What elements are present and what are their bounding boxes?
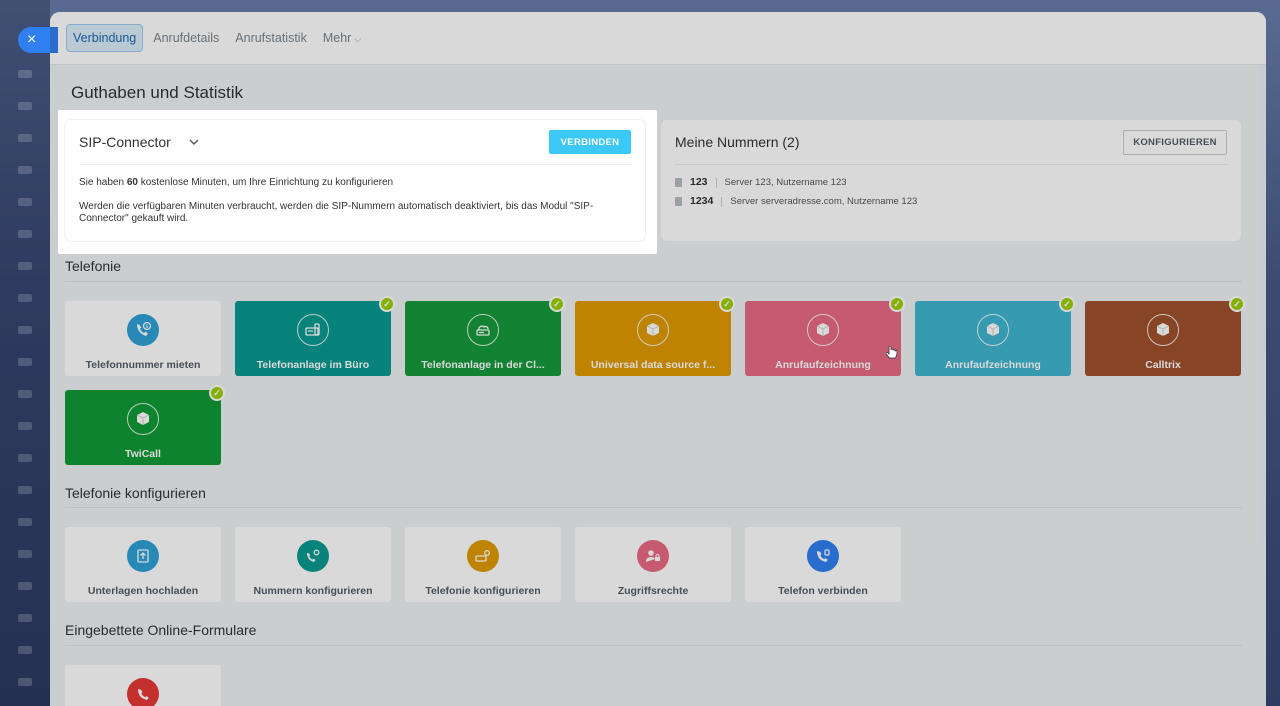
- document-icon: [675, 197, 682, 207]
- background-sidebar: [0, 0, 50, 706]
- tile-item[interactable]: [65, 665, 221, 706]
- sip-connector-title: SIP-Connector: [79, 134, 171, 150]
- phone-number: 1234: [690, 195, 714, 208]
- checkmark-icon: ✓: [549, 296, 565, 312]
- tile-telefonnummer-mieten[interactable]: $ Telefonnummer mieten: [65, 301, 221, 376]
- tile-label: Unterlagen hochladen: [87, 585, 199, 597]
- document-icon: [675, 178, 682, 188]
- tile-label: Telefon verbinden: [778, 585, 868, 597]
- divider: [715, 177, 717, 188]
- tile-nummern-konfigurieren[interactable]: Nummern konfigurieren: [235, 527, 391, 602]
- free-minutes-count: 60: [126, 177, 138, 188]
- my-numbers-title: Meine Nummern (2): [675, 134, 800, 150]
- hand-cursor-icon: [886, 346, 898, 360]
- sip-connector-header: SIP-Connector VERBINDEN: [79, 120, 631, 165]
- configure-button[interactable]: KONFIGURIEREN: [1123, 129, 1227, 155]
- list-item[interactable]: 123 Server 123, Nutzername 123: [675, 176, 1227, 189]
- tile-label: Anrufaufzeichnung: [945, 359, 1041, 371]
- section-divider: [65, 645, 1242, 646]
- phone-call-icon: [127, 678, 159, 706]
- tile-telefonie-konfigurieren[interactable]: Telefonie konfigurieren: [405, 527, 561, 602]
- section-title-konfig: Telefonie konfigurieren: [65, 485, 206, 501]
- my-numbers-card: Meine Nummern (2) KONFIGURIEREN 123 Serv…: [661, 120, 1241, 241]
- scrollbar[interactable]: [1260, 65, 1266, 705]
- chevron-down-icon: ⌵: [354, 34, 362, 44]
- pbx-icon: [297, 314, 329, 346]
- phone-number: 123: [690, 176, 708, 188]
- tab-anrufdetails[interactable]: Anrufdetails: [147, 25, 225, 51]
- divider: [721, 196, 723, 207]
- highlight-frame: SIP-Connector VERBINDEN Sie haben 60 kos…: [58, 110, 657, 254]
- tile-anrufaufzeichnung[interactable]: Anrufaufzeichnung ✓: [915, 296, 1075, 376]
- checkmark-icon: ✓: [379, 296, 395, 312]
- tab-anrufstatistik[interactable]: Anrufstatistik: [229, 25, 313, 51]
- free-minutes-text: Sie haben 60 kostenlose Minuten, um Ihre…: [79, 177, 631, 190]
- list-item[interactable]: 1234 Server serveradresse.com, Nutzernam…: [675, 195, 1227, 208]
- section-title-telefonie: Telefonie: [65, 258, 122, 274]
- tile-unterlagen-hochladen[interactable]: Unterlagen hochladen: [65, 527, 221, 602]
- tile-label: Telefonanlage in der Cl...: [421, 359, 545, 371]
- tile-calltrix[interactable]: Calltrix ✓: [1085, 296, 1245, 376]
- checkmark-icon: ✓: [719, 296, 735, 312]
- box-icon: [977, 314, 1009, 346]
- tab-mehr-label: Mehr: [322, 31, 352, 45]
- tile-telefonanlage-in-der-cl[interactable]: Telefonanlage in der Cl... ✓: [405, 296, 565, 376]
- page-title: Guthaben und Statistik: [71, 83, 244, 102]
- checkmark-icon: ✓: [209, 385, 225, 401]
- box-icon: [637, 314, 669, 346]
- upload-doc-icon: [127, 540, 159, 572]
- box-icon: [807, 314, 839, 346]
- telephony-slider-panel: Verbindung Anrufdetails Anrufstatistik M…: [50, 12, 1266, 706]
- phone-dollar-icon: $: [127, 314, 159, 346]
- tile-twicall[interactable]: TwiCall ✓: [65, 385, 225, 465]
- tile-telefon-verbinden[interactable]: Telefon verbinden: [745, 527, 901, 602]
- tile-label: Nummern konfigurieren: [253, 585, 373, 597]
- free-minutes-suffix: kostenlose Minuten, um Ihre Einrichtung …: [137, 177, 394, 188]
- tab-mehr[interactable]: Mehr ⌵: [317, 25, 367, 51]
- user-lock-icon: [637, 540, 669, 572]
- tile-anrufaufzeichnung[interactable]: Anrufaufzeichnung ✓: [745, 296, 905, 376]
- tile-label: Telefonie konfigurieren: [425, 585, 541, 597]
- tile-label: TwiCall: [125, 448, 161, 460]
- checkmark-icon: ✓: [1059, 296, 1075, 312]
- tab-verbindung[interactable]: Verbindung: [66, 24, 144, 52]
- chevron-down-icon: [189, 139, 199, 146]
- tile-zugriffsrechte[interactable]: Zugriffsrechte: [575, 527, 731, 602]
- number-detail: Server serveradresse.com, Nutzername 123: [730, 195, 918, 207]
- box-icon: [1147, 314, 1179, 346]
- tile-universal-data-source-f[interactable]: Universal data source f... ✓: [575, 296, 735, 376]
- tile-label: Calltrix: [1145, 359, 1181, 371]
- sip-connector-dropdown[interactable]: SIP-Connector: [79, 134, 199, 150]
- phone-gear-icon: [297, 540, 329, 572]
- my-numbers-header: Meine Nummern (2) KONFIGURIEREN: [675, 120, 1227, 165]
- section-title-forms: Eingebettete Online-Formulare: [65, 622, 257, 638]
- section-divider: [65, 507, 1242, 508]
- top-navigation: Verbindung Anrufdetails Anrufstatistik M…: [50, 12, 1266, 65]
- checkmark-icon: ✓: [889, 296, 905, 312]
- phone-plug-icon: [807, 540, 839, 572]
- tile-label: Universal data source f...: [590, 359, 716, 371]
- sip-connector-card: SIP-Connector VERBINDEN Sie haben 60 kos…: [65, 120, 645, 241]
- free-minutes-prefix: Sie haben: [79, 177, 127, 188]
- tile-label: Anrufaufzeichnung: [775, 359, 871, 371]
- number-detail: Server 123, Nutzername 123: [724, 176, 847, 188]
- deactivation-notice: Werden die verfügbaren Minuten verbrauch…: [79, 200, 594, 225]
- cloud-pbx-icon: [467, 314, 499, 346]
- scrollbar-thumb[interactable]: [1260, 65, 1264, 545]
- connect-button[interactable]: VERBINDEN: [549, 130, 631, 154]
- tile-label: Telefonanlage im Büro: [256, 359, 370, 371]
- section-divider: [65, 281, 1242, 282]
- close-slider-button[interactable]: ×: [18, 27, 58, 53]
- svg-text:$: $: [145, 324, 148, 330]
- box-icon: [127, 403, 159, 435]
- checkmark-icon: ✓: [1229, 296, 1245, 312]
- pbx-gear-icon: [467, 540, 499, 572]
- tile-telefonanlage-im-büro[interactable]: Telefonanlage im Büro ✓: [235, 296, 395, 376]
- sip-connector-body: Sie haben 60 kostenlose Minuten, um Ihre…: [65, 165, 645, 249]
- tile-label: Telefonnummer mieten: [85, 359, 201, 371]
- my-numbers-list: 123 Server 123, Nutzername 123 1234 Serv…: [661, 165, 1241, 226]
- tile-label: Zugriffsrechte: [617, 585, 689, 597]
